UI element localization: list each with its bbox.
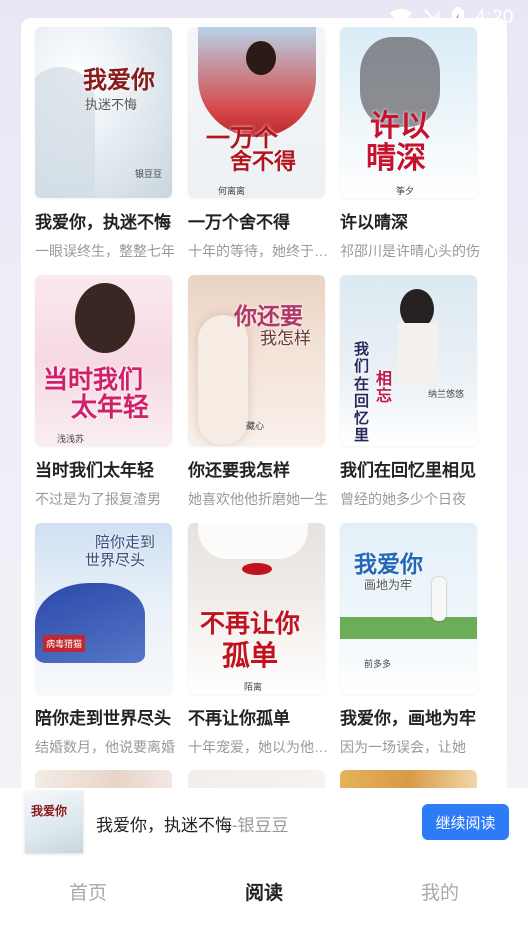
book-card[interactable]: 我们在回忆里 相忘 纳兰悠悠 我们在回忆里相见 曾经的她多少个日夜	[340, 275, 480, 509]
cover-author: 病毒猎猫	[43, 635, 86, 652]
cover-author: 筝夕	[396, 187, 415, 197]
book-cover[interactable]: 当时我们 太年轻 浅浅苏	[35, 275, 172, 446]
book-cover[interactable]: 我爱你 画地为牢 前多多	[340, 523, 477, 694]
cover-subtitle: 世界尽头	[85, 551, 146, 569]
cover-subtitle: 晴深	[366, 141, 426, 176]
cover-author: 陌离	[244, 683, 263, 693]
book-desc: 因为一场误会，让她	[340, 739, 466, 755]
book-cover[interactable]: 不再让你 孤单 陌离	[188, 523, 325, 694]
book-title: 你还要我怎样	[188, 461, 290, 480]
current-book-info: 我爱你，执迷不悔-银豆豆	[96, 811, 289, 836]
book-grid: 我爱你 执迷不悔 银豆豆 我爱你，执迷不悔 一眼误终生，整整七年 一万个 舍不得…	[21, 18, 507, 808]
cover-author: 银豆豆	[135, 170, 163, 180]
continue-reading-button[interactable]: 继续阅读	[422, 804, 509, 840]
book-card[interactable]: 不再让你 孤单 陌离 不再让你孤单 十年宠爱，她以为他爱她	[188, 523, 328, 757]
book-card[interactable]: 陪你走到 世界尽头 病毒猎猫 陪你走到世界尽头 结婚数月，他说要离婚	[35, 523, 175, 757]
book-desc: 曾经的她多少个日夜	[340, 491, 466, 507]
tab-mine[interactable]: 我的	[400, 878, 480, 905]
book-title: 不再让你孤单	[188, 709, 290, 728]
tab-home[interactable]: 首页	[48, 878, 128, 905]
cover-subtitle: 相忘	[376, 369, 393, 405]
book-title: 我们在回忆里相见	[340, 461, 476, 480]
cover-title: 我们在回忆里	[354, 340, 370, 445]
cover-author: 纳兰悠悠	[428, 390, 465, 400]
cover-subtitle: 孤单	[222, 639, 279, 672]
book-card[interactable]: 当时我们 太年轻 浅浅苏 当时我们太年轻 不过是为了报复渣男	[35, 275, 175, 509]
current-book-cover-text: 我爱你	[31, 804, 68, 818]
book-cover[interactable]: 我们在回忆里 相忘 纳兰悠悠	[340, 275, 477, 446]
cover-author: 前多多	[364, 660, 392, 670]
book-card[interactable]: 一万个 舍不得 何离离 一万个舍不得 十年的等待，她终于等到了	[188, 27, 328, 261]
book-title: 许以晴深	[340, 213, 408, 232]
book-desc: 不过是为了报复渣男	[35, 491, 161, 507]
current-book-cover[interactable]: 我爱你	[25, 791, 83, 853]
cover-title: 许以	[370, 109, 430, 144]
book-desc: 结婚数月，他说要离婚	[35, 739, 175, 755]
cover-title: 你还要	[234, 303, 303, 330]
book-desc: 她喜欢他他折磨她一生	[188, 491, 328, 507]
cover-title: 不再让你	[200, 609, 301, 638]
bottom-tab-bar: 首页 阅读 我的	[0, 858, 528, 938]
book-desc: 一眼误终生，整整七年	[35, 243, 175, 259]
cover-title: 我爱你	[83, 65, 155, 94]
book-title: 我爱你，画地为牢	[340, 709, 476, 728]
cover-title: 一万个	[206, 123, 278, 152]
cover-subtitle: 舍不得	[230, 149, 297, 175]
cover-author: 藏心	[246, 422, 265, 432]
book-title: 一万个舍不得	[188, 213, 290, 232]
book-card[interactable]: 许以 晴深 筝夕 许以晴深 祁邵川是许晴心头的伤	[340, 27, 480, 261]
book-card[interactable]: 我爱你 执迷不悔 银豆豆 我爱你，执迷不悔 一眼误终生，整整七年	[35, 27, 175, 261]
book-cover[interactable]: 你还要 我怎样 藏心	[188, 275, 325, 446]
cover-subtitle: 我怎样	[260, 329, 311, 349]
cover-title: 我爱你	[354, 551, 423, 578]
book-card[interactable]: 你还要 我怎样 藏心 你还要我怎样 她喜欢他他折磨她一生	[188, 275, 328, 509]
book-card[interactable]: 我爱你 画地为牢 前多多 我爱你，画地为牢 因为一场误会，让她	[340, 523, 480, 757]
book-cover[interactable]: 陪你走到 世界尽头 病毒猎猫	[35, 523, 172, 694]
book-cover[interactable]: 我爱你 执迷不悔 银豆豆	[35, 27, 172, 198]
cover-title: 陪你走到	[95, 533, 156, 551]
cover-author: 何离离	[218, 187, 246, 197]
book-title: 当时我们太年轻	[35, 461, 154, 480]
book-desc: 十年宠爱，她以为他爱她	[188, 739, 328, 755]
book-title: 我爱你，执迷不悔	[35, 213, 171, 232]
continue-reading-bar[interactable]: 我爱你 我爱你，执迷不悔-银豆豆 继续阅读	[0, 788, 528, 858]
book-title: 陪你走到世界尽头	[35, 709, 171, 728]
book-cover[interactable]: 一万个 舍不得 何离离	[188, 27, 325, 198]
book-desc: 祁邵川是许晴心头的伤	[340, 243, 480, 259]
cover-subtitle: 画地为牢	[364, 578, 413, 592]
tab-reading[interactable]: 阅读	[224, 878, 304, 905]
cover-subtitle: 执迷不悔	[85, 98, 138, 113]
current-book-title: 我爱你，执迷不悔	[96, 816, 232, 835]
book-desc: 十年的等待，她终于等到了	[188, 243, 328, 259]
current-book-author: -银豆豆	[232, 816, 289, 835]
cover-title: 当时我们	[43, 365, 144, 394]
cover-author: 浅浅苏	[57, 435, 85, 445]
book-cover[interactable]: 许以 晴深 筝夕	[340, 27, 477, 198]
cover-subtitle: 太年轻	[71, 393, 150, 423]
